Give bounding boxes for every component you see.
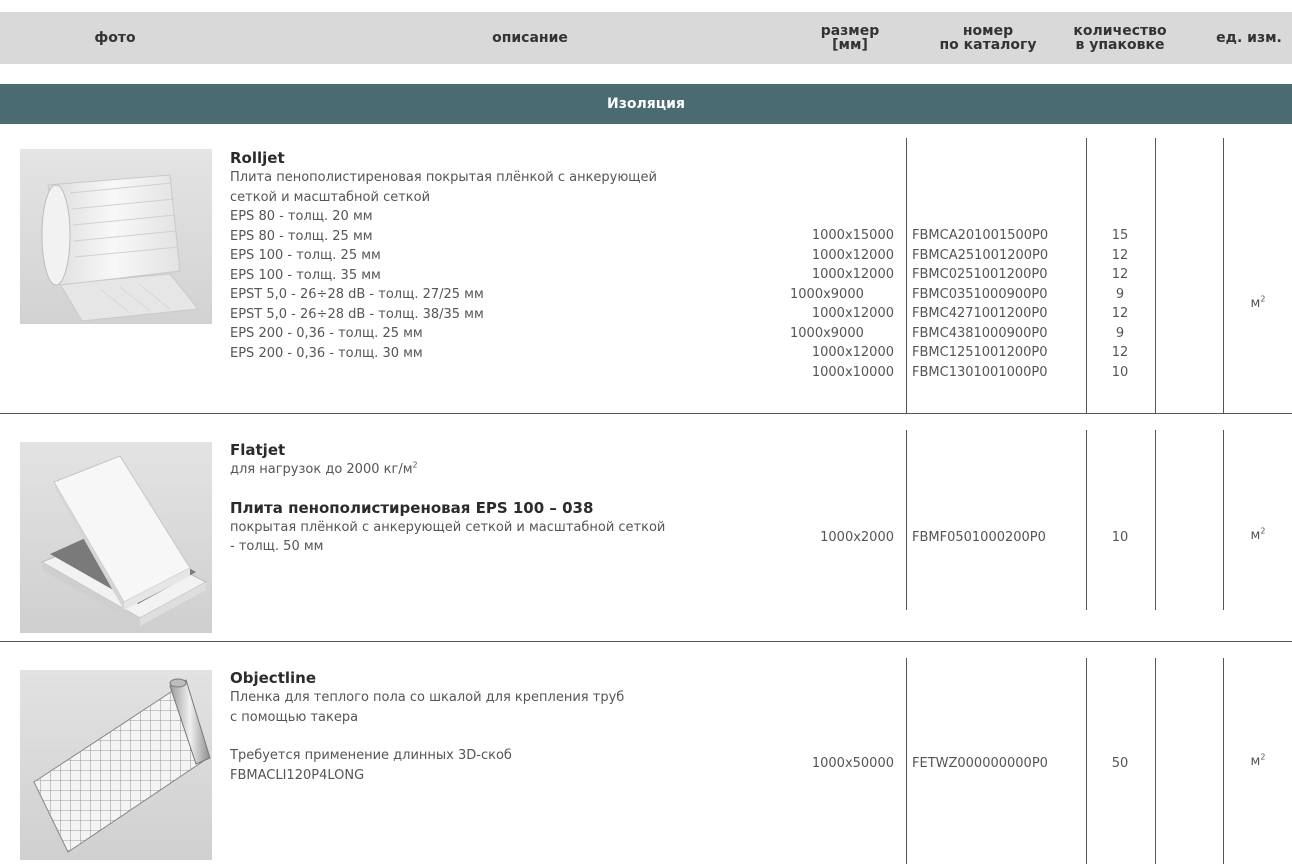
size-cell: 1000x12000: [811, 345, 894, 360]
quantity-cell: 9: [1115, 325, 1125, 341]
catalog-cell: FBMC0351000900P0: [912, 286, 1048, 302]
header-description: описание: [492, 30, 568, 46]
rolljet-catalog-numbers: FBMCA201001500P0 FBMCA251001200P0 FBMC02…: [912, 226, 1086, 382]
column-divider: [1086, 138, 1087, 413]
variant-desc: EPS 80 - толщ. 25 мм: [230, 228, 373, 244]
quantity-cell: 10: [1111, 364, 1129, 380]
rolljet-description: Rolljet Плита пенополистиреновая покрыта…: [230, 148, 790, 363]
column-divider: [1086, 658, 1087, 864]
catalog-cell: FBMCA251001200P0: [912, 247, 1049, 263]
header-catalog: номер по каталогу: [939, 23, 1037, 53]
product-text: с помощью такера: [230, 709, 359, 725]
flatjet-photo: [20, 442, 212, 633]
size-cell: 1000x12000: [811, 247, 894, 263]
rolljet-photo: [20, 149, 212, 324]
catalog-cell: FBMC1251001200P0: [912, 345, 1048, 360]
column-divider: [1155, 658, 1156, 864]
catalog-value: FETWZ000000000P0: [912, 756, 1048, 771]
column-divider: [1155, 138, 1156, 413]
product-text: для нагрузок до 2000 кг/м2: [230, 460, 418, 477]
product-text: сеткой и масштабной сеткой: [230, 189, 431, 205]
variant-desc: EPS 200 - 0,36 - толщ. 30 мм: [230, 345, 423, 361]
product-text: Плита пенополистиреновая покрытая плёнко…: [230, 170, 658, 185]
header-size: размер [мм]: [820, 23, 880, 53]
quantity-cell: 12: [1111, 247, 1129, 263]
product-title: Objectline: [230, 669, 317, 687]
unit-cell: м2: [1250, 752, 1266, 769]
header-quantity: количество в упаковке: [1073, 23, 1167, 53]
size-cell: 1000x9000: [790, 325, 864, 341]
product-title: Rolljet: [230, 149, 285, 167]
column-divider: [1155, 430, 1156, 610]
section-header: Изоляция: [0, 84, 1292, 124]
size-cell: 1000x2000: [790, 528, 894, 548]
catalog-cell: FBMC4271001200P0: [912, 306, 1048, 321]
column-divider: [906, 430, 907, 610]
product-text: покрытая плёнкой с анкерующей сеткой и м…: [230, 519, 666, 535]
variant-desc: EPS 100 - толщ. 25 мм: [230, 248, 381, 263]
variant-desc: EPST 5,0 - 26÷28 dB - толщ. 27/25 мм: [230, 287, 484, 302]
variant-desc: EPST 5,0 - 26÷28 dB - толщ. 38/35 мм: [230, 306, 484, 322]
column-divider: [1086, 430, 1087, 610]
quantity-cell: 50: [1100, 754, 1140, 774]
column-divider: [906, 138, 907, 413]
objectline-photo: [20, 670, 212, 860]
catalog-cell: FBMC1301001000P0: [912, 364, 1048, 380]
column-divider: [1223, 138, 1224, 413]
column-divider: [1223, 430, 1224, 610]
rolljet-sizes: 1000x15000 1000x12000 1000x12000 1000x90…: [790, 226, 894, 382]
table-header: фото описание размер [мм] номер по каталог…: [0, 12, 1292, 64]
header-photo: фото: [94, 30, 136, 46]
quantity-value: 10: [1111, 530, 1129, 545]
product-note: Требуется применение длинных 3D-скоб: [230, 748, 512, 763]
quantity-cell: 15: [1111, 228, 1129, 243]
row-separator: [0, 641, 1292, 642]
quantity-cell: 12: [1111, 267, 1129, 282]
size-cell: 1000x50000: [790, 754, 894, 774]
rolljet-quantities: 15 12 12 9 12 9 12 10: [1100, 226, 1140, 382]
size-cell: 1000x12000: [811, 306, 894, 321]
product-subtitle: Плита пенополистиреновая EPS 100 – 038: [230, 498, 594, 517]
product-note: FBMACLI120P4LONG: [230, 767, 365, 783]
objectline-description: Objectline Пленка для теплого пола со шк…: [230, 668, 790, 785]
catalog-cell: FBMC0251001200P0: [912, 267, 1048, 282]
variant-desc: EPS 100 - толщ. 35 мм: [230, 267, 381, 283]
header-unit: ед. изм.: [1216, 30, 1282, 46]
unit-cell: м2: [1250, 294, 1266, 311]
variant-desc: EPS 200 - 0,36 - толщ. 25 мм: [230, 326, 423, 341]
size-value: 1000x50000: [811, 756, 894, 771]
section-title: Изоляция: [607, 96, 685, 112]
quantity-cell: 12: [1111, 306, 1129, 321]
column-divider: [906, 658, 907, 864]
column-divider: [1223, 658, 1224, 864]
row-separator: [0, 413, 1292, 414]
product-text: - толщ. 50 мм: [230, 539, 324, 554]
size-cell: 1000x12000: [811, 267, 894, 282]
quantity-cell: 9: [1115, 286, 1125, 302]
unit-cell: м2: [1250, 526, 1266, 543]
flatjet-description: Flatjet для нагрузок до 2000 кг/м2 Плита…: [230, 440, 790, 557]
catalog-value: FBMF0501000200P0: [912, 530, 1046, 545]
product-title: Flatjet: [230, 441, 286, 459]
catalog-cell: FBMC4381000900P0: [912, 325, 1048, 341]
quantity-value: 50: [1111, 756, 1129, 771]
size-cell: 1000x15000: [811, 228, 894, 243]
quantity-cell: 10: [1100, 528, 1140, 548]
size-value: 1000x2000: [820, 530, 894, 545]
catalog-cell: FBMF0501000200P0: [912, 528, 1086, 548]
size-cell: 1000x10000: [811, 364, 894, 380]
product-text: Пленка для теплого пола со шкалой для кр…: [230, 690, 625, 705]
catalog-cell: FETWZ000000000P0: [912, 754, 1086, 774]
catalog-cell: FBMCA201001500P0: [912, 228, 1049, 243]
variant-desc: EPS 80 - толщ. 20 мм: [230, 209, 373, 224]
quantity-cell: 12: [1111, 345, 1129, 360]
size-cell: 1000x9000: [790, 286, 864, 302]
